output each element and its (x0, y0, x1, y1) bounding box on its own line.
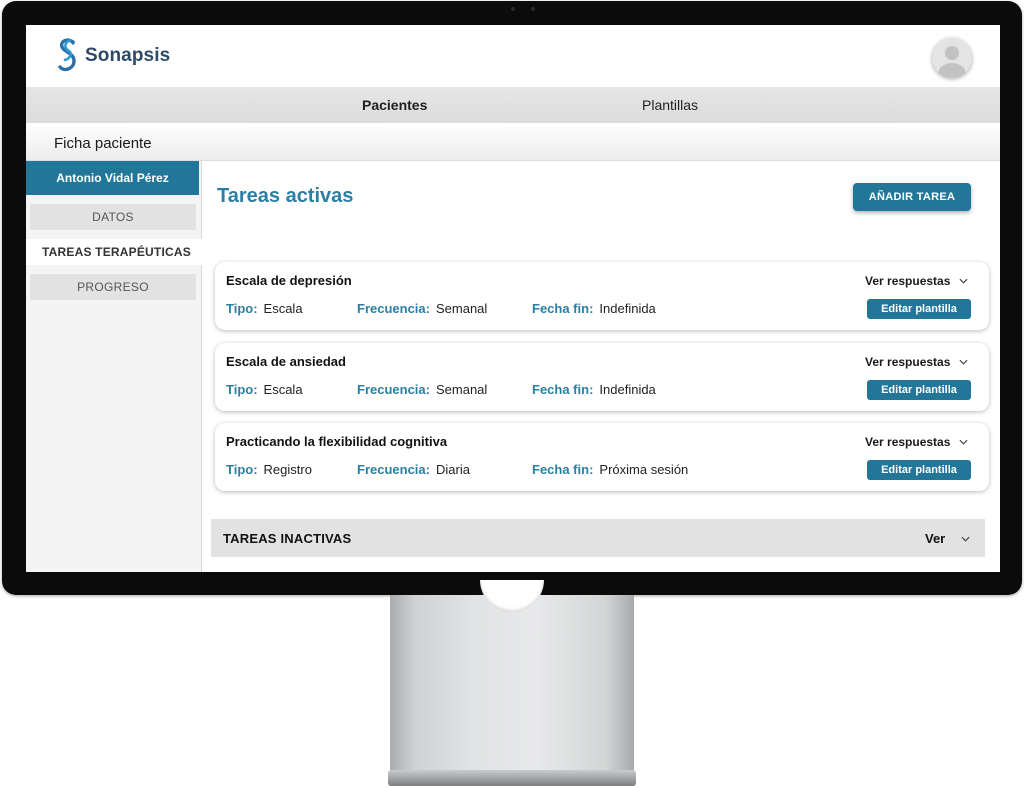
task-frecuencia: Frecuencia: Semanal (357, 301, 487, 316)
frecuencia-label: Frecuencia: (357, 462, 430, 477)
frecuencia-label: Frecuencia: (357, 301, 430, 316)
monitor-frame: Sonapsis Pacientes Plantillas Ficha paci… (2, 1, 1022, 595)
patient-sidebar: Antonio Vidal Pérez DATOS TAREAS TERAPÉU… (26, 161, 204, 572)
section-title: Tareas activas (217, 185, 354, 207)
nav-pacientes[interactable]: Pacientes (362, 97, 427, 113)
task-title: Escala de ansiedad (226, 354, 346, 369)
frecuencia-value: Diaria (435, 462, 470, 477)
frecuencia-label: Frecuencia: (357, 382, 430, 397)
task-card: Escala de depresión Tipo: Escala Frecuenc… (215, 262, 989, 330)
sidebar-item-datos[interactable]: DATOS (30, 204, 196, 230)
ver-respuestas-label: Ver respuestas (865, 435, 951, 449)
inactive-tasks-section[interactable]: TAREAS INACTIVAS Ver (211, 519, 985, 557)
brand-logo[interactable]: Sonapsis (56, 37, 170, 75)
frecuencia-value: Semanal (435, 301, 488, 316)
task-frecuencia: Frecuencia: Semanal (357, 382, 487, 397)
camera-dot (511, 7, 515, 11)
chevron-down-icon (959, 359, 968, 365)
task-title: Escala de depresión (226, 273, 352, 288)
task-tipo: Tipo: Escala (226, 301, 303, 316)
inactive-tasks-title: TAREAS INACTIVAS (223, 531, 352, 546)
monitor-stand-neck (390, 595, 634, 771)
frecuencia-value: Semanal (435, 382, 488, 397)
fecha-fin-value: Próxima sesión (599, 462, 689, 477)
page-header: Ficha paciente (26, 123, 1000, 161)
chevron-down-icon (959, 278, 968, 284)
task-fecha-fin: Fecha fin: Indefinida (532, 301, 656, 316)
task-fecha-fin: Fecha fin: Indefinida (532, 382, 656, 397)
top-bar: Sonapsis (26, 25, 1000, 87)
camera-dot (531, 7, 535, 11)
task-title: Practicando la flexibilidad cognitiva (226, 434, 448, 449)
ver-respuestas-button[interactable]: Ver respuestas (865, 355, 968, 369)
brand-name: Sonapsis (85, 45, 171, 66)
user-avatar-icon[interactable] (932, 38, 972, 78)
monitor-stand-foot (388, 770, 636, 786)
task-fecha-fin: Fecha fin: Próxima sesión (532, 462, 688, 477)
fecha-fin-label: Fecha fin: (532, 382, 594, 397)
ver-respuestas-label: Ver respuestas (865, 274, 951, 288)
chevron-down-icon (959, 439, 968, 445)
task-card: Practicando la flexibilidad cognitiva Ti… (215, 423, 989, 491)
fecha-fin-label: Fecha fin: (532, 462, 594, 477)
nav-plantillas[interactable]: Plantillas (642, 97, 698, 113)
editar-plantilla-button[interactable]: Editar plantilla (867, 299, 971, 319)
sonapsis-s-logo-icon (58, 38, 76, 72)
sidebar-item-tareas-terapeuticas[interactable]: TAREAS TERAPÉUTICAS (26, 239, 204, 265)
tipo-value: Registro (263, 462, 312, 477)
ver-label: Ver (925, 531, 946, 546)
editar-plantilla-button[interactable]: Editar plantilla (867, 460, 971, 480)
fecha-fin-value: Indefinida (599, 301, 656, 316)
editar-plantilla-button[interactable]: Editar plantilla (867, 380, 971, 400)
ver-respuestas-label: Ver respuestas (865, 355, 951, 369)
tipo-label: Tipo: (226, 382, 258, 397)
task-tipo: Tipo: Registro (226, 462, 312, 477)
screen: Sonapsis Pacientes Plantillas Ficha paci… (26, 25, 1000, 572)
tipo-label: Tipo: (226, 301, 258, 316)
chevron-down-icon (961, 536, 970, 542)
ver-respuestas-button[interactable]: Ver respuestas (865, 274, 968, 288)
tipo-value: Escala (263, 382, 303, 397)
main-nav: Pacientes Plantillas (26, 87, 1000, 123)
main-content: Tareas activas AÑADIR TAREA Escala de de… (203, 161, 1000, 572)
tipo-value: Escala (263, 301, 303, 316)
ver-inactive-button[interactable]: Ver (925, 531, 970, 546)
patient-name[interactable]: Antonio Vidal Pérez (26, 161, 199, 195)
page-title: Ficha paciente (54, 135, 152, 152)
sidebar-item-progreso[interactable]: PROGRESO (30, 274, 196, 300)
tipo-label: Tipo: (226, 462, 258, 477)
task-frecuencia: Frecuencia: Diaria (357, 462, 470, 477)
task-tipo: Tipo: Escala (226, 382, 303, 397)
fecha-fin-value: Indefinida (599, 382, 656, 397)
fecha-fin-label: Fecha fin: (532, 301, 594, 316)
ver-respuestas-button[interactable]: Ver respuestas (865, 435, 968, 449)
task-card: Escala de ansiedad Tipo: Escala Frecuenci… (215, 343, 989, 411)
add-task-button[interactable]: AÑADIR TAREA (853, 183, 971, 211)
